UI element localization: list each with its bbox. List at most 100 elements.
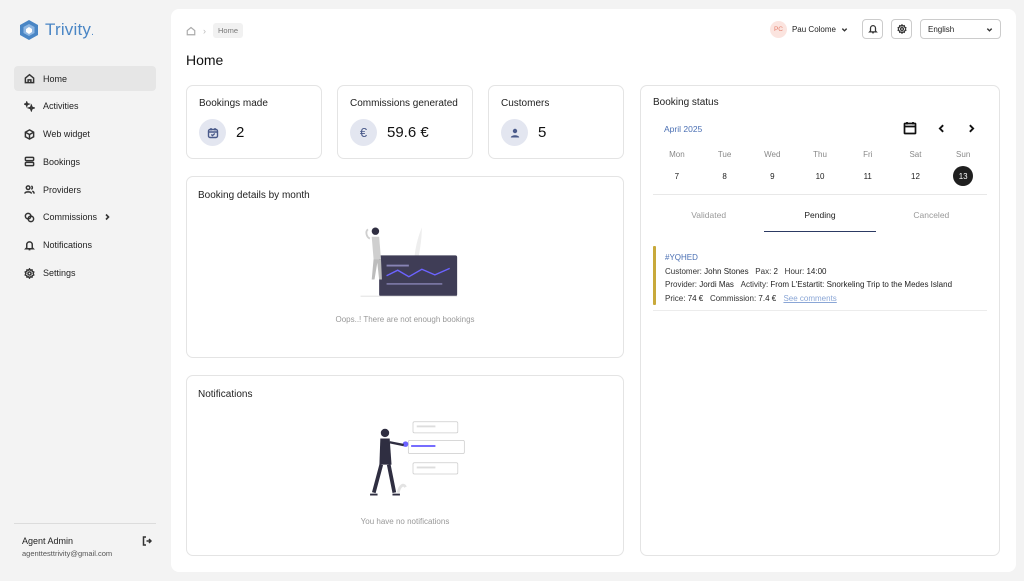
logout-icon[interactable]: [142, 536, 152, 546]
sidebar-item-label: Commissions: [43, 212, 98, 223]
booking-item[interactable]: #YQHED Customer: John Stones Pax: 2 Hour…: [653, 246, 987, 311]
sidebar-item-label: Activities: [43, 101, 79, 112]
tab-validated[interactable]: Validated: [653, 202, 764, 232]
user-icon: [501, 119, 528, 146]
home-icon: [24, 73, 35, 84]
sidebar-item-home[interactable]: Home: [14, 66, 156, 91]
activities-icon: [24, 100, 35, 112]
calendar-day[interactable]: Fri 11: [844, 150, 892, 186]
booking-provider: Jordi Mas: [699, 280, 734, 290]
stat-value: 2: [236, 124, 245, 141]
settings-button[interactable]: [891, 19, 912, 39]
sidebar-item-commissions[interactable]: Commissions: [14, 205, 156, 230]
sidebar-item-bookings[interactable]: Bookings: [14, 149, 156, 174]
chevron-left-icon[interactable]: [936, 123, 947, 134]
breadcrumb-current: Home: [213, 23, 244, 38]
sidebar-item-web-widget[interactable]: Web widget: [14, 122, 156, 147]
booking-pax: 2: [773, 266, 778, 276]
trivity-logo-icon: [20, 20, 38, 40]
calendar-day[interactable]: Tue 8: [701, 150, 749, 186]
stat-title: Commissions generated: [350, 98, 458, 109]
euro-icon: €: [350, 119, 377, 146]
empty-notifications-illustration: [370, 421, 465, 496]
booking-activity: From L'Estartit: Snorkeling Trip to the …: [770, 280, 953, 290]
user-name: Pau Colome: [791, 24, 836, 34]
stat-card-bookings: Bookings made 2: [186, 85, 322, 159]
see-comments-link[interactable]: See comments: [783, 294, 836, 303]
sidebar: Trivity. Home Activities Web widget Book…: [0, 0, 170, 581]
booking-details-card: Booking details by month Oops..! There a…: [186, 176, 624, 358]
coins-icon: [24, 212, 35, 223]
sidebar-item-label: Bookings: [43, 156, 81, 167]
day-number[interactable]: 7: [667, 166, 687, 186]
sidebar-item-label: Providers: [43, 184, 82, 195]
language-value: English: [928, 24, 955, 34]
card-title: Booking status: [653, 97, 719, 108]
day-number-selected[interactable]: 13: [953, 166, 974, 186]
empty-notifications-text: You have no notifications: [360, 517, 450, 526]
calendar-day[interactable]: Mon 7: [653, 150, 701, 186]
chevron-right-icon[interactable]: [966, 123, 977, 134]
day-number[interactable]: 10: [810, 166, 830, 186]
stat-title: Bookings made: [199, 98, 268, 109]
booking-hour: 14:00: [806, 266, 827, 276]
sidebar-nav: Home Activities Web widget Bookings Prov…: [14, 66, 156, 288]
calendar-month-label: April 2025: [664, 124, 703, 134]
booking-status-card: Booking status April 2025 Mon 7 Tue 8 We…: [640, 85, 1000, 556]
sidebar-item-providers[interactable]: Providers: [14, 177, 156, 202]
booking-code: #YQHED: [665, 253, 698, 262]
chevron-down-icon: [841, 27, 848, 32]
app-logo[interactable]: Trivity.: [19, 19, 94, 41]
chevron-right-icon: [105, 214, 110, 221]
user-menu[interactable]: PC Pau Colome: [769, 20, 848, 38]
avatar: PC: [769, 20, 787, 38]
home-icon[interactable]: [186, 26, 196, 36]
agent-profile: Agent Admin agenttesttrivity@gmail.com: [14, 523, 156, 558]
card-title: Notifications: [198, 389, 253, 400]
breadcrumb-separator-icon: ›: [203, 25, 206, 36]
tab-pending[interactable]: Pending: [764, 202, 876, 232]
agent-email: agenttesttrivity@gmail.com: [22, 549, 113, 558]
card-title: Booking details by month: [198, 190, 310, 201]
chevron-down-icon: [986, 27, 993, 32]
sidebar-item-label: Home: [43, 73, 68, 84]
sidebar-item-notifications[interactable]: Notifications: [14, 233, 156, 258]
sidebar-item-label: Settings: [43, 268, 76, 279]
sidebar-item-label: Web widget: [43, 129, 90, 140]
cube-icon: [24, 128, 35, 140]
topbar: PC Pau Colome English: [769, 19, 1001, 39]
calendar-day[interactable]: Thu 10: [796, 150, 844, 186]
divider: [653, 194, 987, 195]
calendar-day[interactable]: Sun 13: [939, 150, 987, 186]
stat-title: Customers: [501, 98, 550, 109]
calendar-day[interactable]: Wed 9: [748, 150, 796, 186]
stat-value: 59.6 €: [387, 124, 429, 141]
stat-card-commissions: Commissions generated € 59.6 €: [337, 85, 473, 159]
page-title: Home: [186, 52, 224, 68]
empty-bookings-illustration: [360, 227, 458, 297]
sidebar-item-label: Notifications: [43, 240, 93, 251]
tab-canceled[interactable]: Canceled: [876, 202, 987, 232]
booking-status-tabs: Validated Pending Canceled: [653, 202, 987, 232]
app-name: Trivity.: [45, 20, 95, 39]
stat-value: 5: [538, 124, 547, 141]
day-number[interactable]: 8: [715, 166, 735, 186]
day-number[interactable]: 12: [905, 166, 925, 186]
notifications-card: Notifications You have no notifications: [186, 375, 624, 556]
breadcrumb: › Home: [186, 23, 244, 38]
stat-card-customers: Customers 5: [488, 85, 624, 159]
sidebar-item-settings[interactable]: Settings: [14, 261, 156, 286]
day-number[interactable]: 11: [858, 166, 878, 186]
calendar-day[interactable]: Sat 12: [892, 150, 940, 186]
notifications-button[interactable]: [862, 19, 883, 39]
calendar-icon[interactable]: [903, 121, 917, 135]
sidebar-item-activities[interactable]: Activities: [14, 94, 156, 119]
gear-icon: [896, 24, 907, 34]
bookings-icon: [24, 157, 35, 167]
booking-commission: 7.4 €: [758, 293, 777, 303]
users-icon: [24, 185, 35, 195]
language-select[interactable]: English: [920, 19, 1001, 39]
calendar-check-icon: [199, 119, 226, 146]
bell-icon: [867, 25, 878, 34]
day-number[interactable]: 9: [762, 166, 782, 186]
